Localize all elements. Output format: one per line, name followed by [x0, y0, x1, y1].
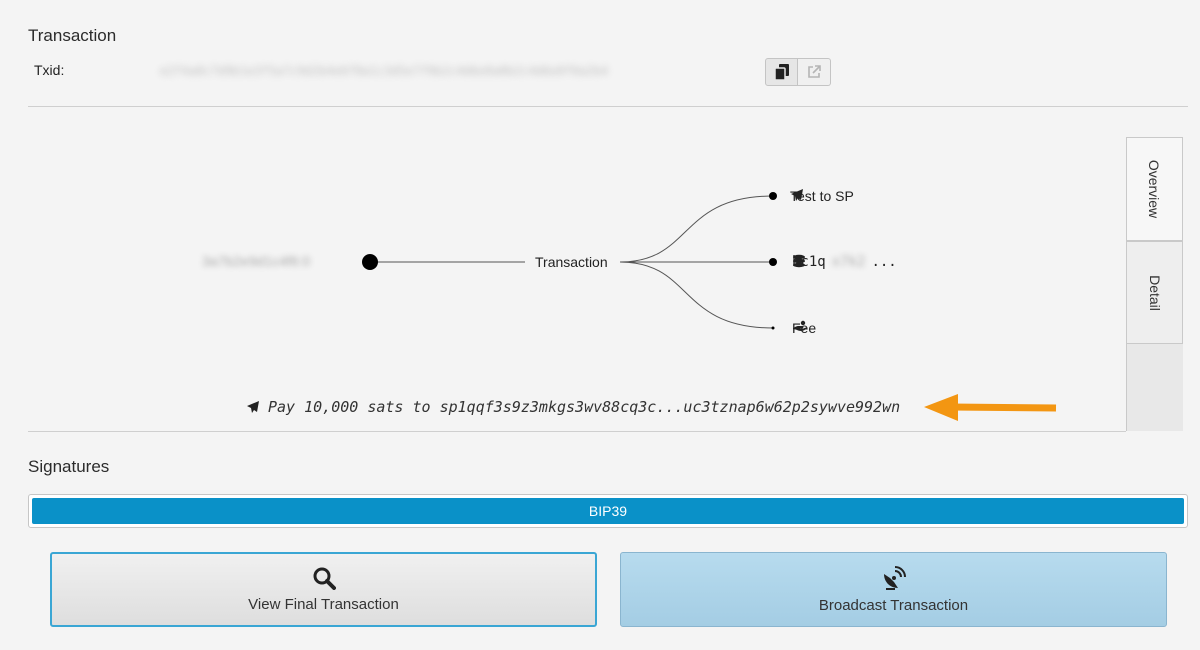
tab-overview-label: Overview [1146, 159, 1163, 219]
output-bc1q-address[interactable]: bc1q x7k2 ... [792, 254, 897, 270]
output-fee[interactable]: Fee [792, 320, 816, 336]
txid-value[interactable]: e2f4a8c7d9b1e3f5a7c9d2b4e6f8a1c3d5e7f9b2… [160, 64, 750, 80]
copy-txid-button[interactable] [765, 58, 798, 86]
address-hidden: x7k2 [831, 254, 866, 270]
output-node-1[interactable] [769, 192, 777, 200]
send-icon [791, 189, 803, 201]
signature-bip39-bar[interactable]: BIP39 [32, 498, 1184, 524]
signatures-progress: BIP39 [28, 494, 1188, 528]
coins-icon [793, 254, 805, 268]
fee-node [771, 326, 775, 330]
transaction-heading: Transaction [28, 26, 117, 45]
view-button-label: View Final Transaction [248, 596, 399, 613]
transaction-diagram: 3a7b2e9d1c4f6:0 Transaction Test to SP b… [28, 107, 1126, 431]
transaction-node-label: Transaction [535, 254, 608, 270]
transaction-window: Transaction Txid: e2f4a8c7d9b1e3f5a7c9d2… [0, 0, 1200, 650]
output-node-2[interactable] [769, 258, 777, 266]
broadcast-button-label: Broadcast Transaction [818, 597, 969, 614]
input-outpoint[interactable]: 3a7b2e9d1c4f6:0 [202, 253, 310, 269]
tab-detail-label: Detail [1146, 274, 1163, 311]
tab-overview[interactable]: Overview [1126, 137, 1183, 241]
tab-detail[interactable]: Detail [1126, 241, 1183, 344]
fee-hand-icon [793, 320, 807, 331]
highlight-arrow [924, 394, 1057, 421]
view-tabs: Overview Detail [1126, 131, 1200, 431]
broadcast-transaction-button[interactable]: Broadcast Transaction [620, 552, 1167, 627]
payment-summary: Pay 10,000 sats to sp1qqf3s9z3mkgs3wv88c… [246, 398, 900, 416]
send-icon [247, 401, 259, 413]
txid-label: Txid: [34, 62, 65, 78]
external-link-icon [808, 65, 821, 78]
diagram-divider [28, 431, 1126, 432]
copy-icon [774, 64, 789, 80]
txid-actions [765, 58, 831, 86]
input-node[interactable] [362, 254, 378, 270]
payment-summary-text: Pay 10,000 sats to sp1qqf3s9z3mkgs3wv88c… [268, 398, 901, 416]
tab-pane-filler [1126, 344, 1183, 431]
satellite-dish-icon [883, 566, 906, 590]
open-external-button[interactable] [798, 58, 831, 86]
address-ellipsis: ... [871, 254, 897, 270]
view-final-transaction-button[interactable]: View Final Transaction [50, 552, 597, 627]
signatures-heading: Signatures [28, 457, 110, 476]
search-icon [313, 567, 336, 590]
output-test-to-sp[interactable]: Test to SP [790, 188, 854, 204]
